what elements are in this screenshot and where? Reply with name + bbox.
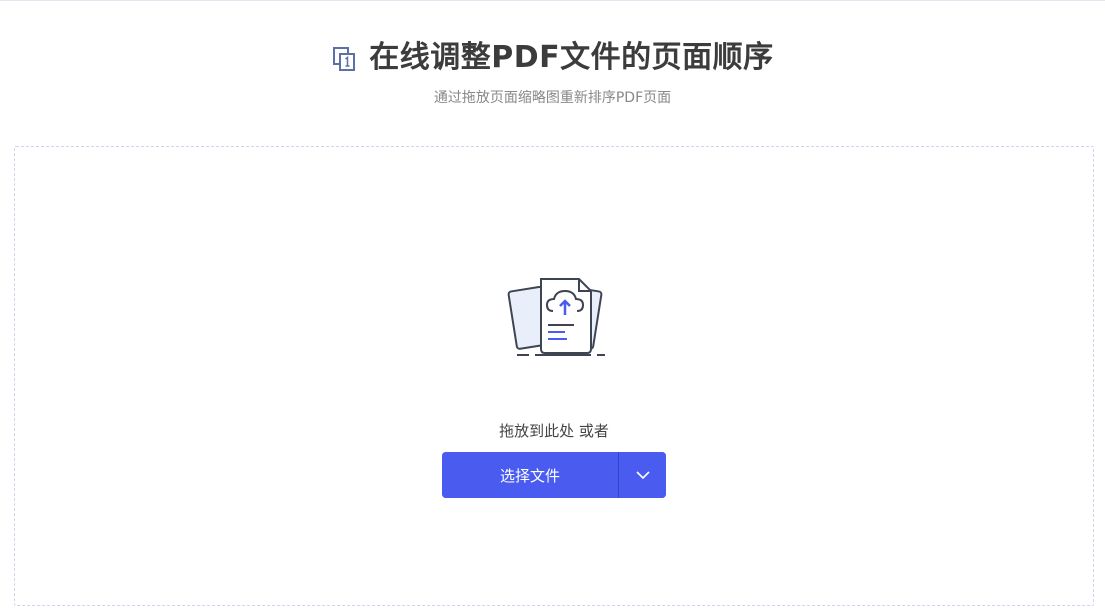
page-header: 在线调整PDF文件的页面顺序 通过拖放页面缩略图重新排序PDF页面 <box>0 38 1105 108</box>
title-row: 在线调整PDF文件的页面顺序 <box>0 38 1105 78</box>
drop-hint-text: 拖放到此处 或者 <box>499 422 609 440</box>
choose-file-group: 选择文件 <box>442 452 666 498</box>
page-subtitle: 通过拖放页面缩略图重新排序PDF页面 <box>433 90 672 106</box>
file-dropzone[interactable]: 拖放到此处 或者 选择文件 <box>14 146 1094 606</box>
upload-documents-icon <box>501 275 609 359</box>
page-title: 在线调整PDF文件的页面顺序 <box>369 40 774 75</box>
top-divider <box>0 0 1105 1</box>
upload-source-dropdown-button[interactable] <box>619 452 666 498</box>
reorder-pages-icon <box>331 44 359 72</box>
chevron-down-icon <box>635 468 651 483</box>
choose-file-button[interactable]: 选择文件 <box>442 452 618 498</box>
